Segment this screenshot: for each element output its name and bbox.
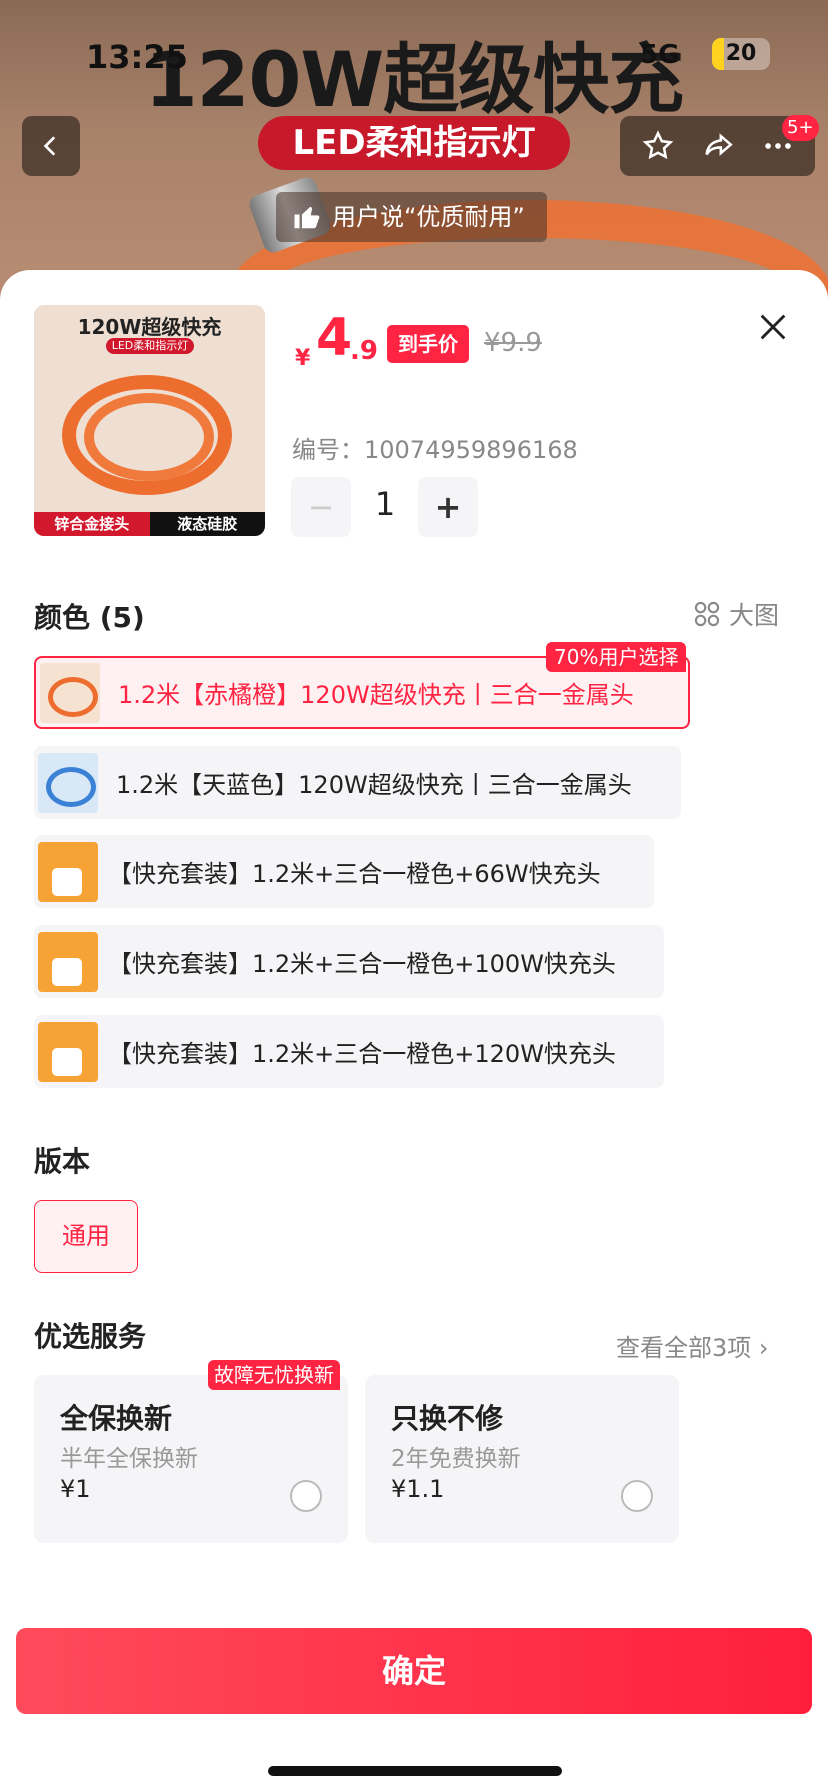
banner-quote: 用户说“优质耐用”: [276, 192, 547, 242]
home-indicator: [268, 1766, 562, 1776]
version-option-general[interactable]: 通用: [34, 1200, 138, 1273]
battery-icon: 20: [712, 38, 770, 70]
service-subtitle: 2年免费换新: [391, 1446, 521, 1472]
battery-level: 20: [725, 41, 757, 66]
color-option-blue[interactable]: 1.2米【天蓝色】120W超级快充丨三合一金属头: [34, 746, 681, 819]
service-card-replace-only[interactable]: 只换不修 2年免费换新 ¥1.1: [365, 1375, 679, 1543]
cable-coil-inner-image: [84, 393, 214, 481]
price-decimal: .9: [350, 336, 378, 366]
service-price: ¥1: [60, 1475, 91, 1503]
star-icon[interactable]: [641, 129, 675, 163]
original-price: ¥9.9: [484, 328, 542, 358]
quantity-value[interactable]: 1: [355, 485, 415, 523]
big-image-toggle[interactable]: 大图: [693, 596, 779, 632]
status-time: 13:25: [86, 38, 188, 76]
color-option-label: 【快充套装】1.2米+三合一橙色+66W快充头: [108, 860, 601, 888]
share-icon[interactable]: [700, 129, 736, 163]
see-all-services-link[interactable]: 查看全部3项 ›: [616, 1328, 769, 1363]
service-price: ¥1.1: [391, 1475, 445, 1503]
quantity-increase-button[interactable]: +: [418, 477, 478, 537]
notification-badge: 5+: [782, 115, 819, 141]
color-option-label: 1.2米【天蓝色】120W超级快充丨三合一金属头: [116, 771, 632, 799]
popular-choice-badge: 70%用户选择: [546, 642, 687, 672]
service-section-title: 优选服务: [34, 1320, 147, 1353]
price-integer: 4: [316, 308, 353, 368]
option-thumbnail: [38, 931, 98, 992]
service-title: 全保换新: [60, 1402, 173, 1435]
back-button[interactable]: [22, 116, 80, 176]
network-indicator: 5G: [640, 40, 680, 70]
grid-icon: [694, 601, 720, 627]
service-subtitle: 半年全保换新: [60, 1446, 198, 1472]
color-option-label: 【快充套装】1.2米+三合一橙色+120W快充头: [108, 1040, 616, 1068]
thumbnail-title: 120W超级快充: [77, 315, 222, 339]
final-price-tag: 到手价: [387, 325, 469, 363]
banner-tag: LED柔和指示灯: [258, 116, 570, 170]
sku-sheet: 120W超级快充 LED柔和指示灯 锌合金接头 液态硅胶 ¥ 4 .9 到手价 …: [0, 270, 828, 1792]
sku-number: 编号：10074959896168: [292, 436, 578, 464]
color-option-label: 【快充套装】1.2米+三合一橙色+100W快充头: [108, 950, 616, 978]
confirm-button[interactable]: 确定: [16, 1628, 812, 1714]
option-thumbnail: [38, 841, 98, 902]
price-currency: ¥: [295, 346, 311, 371]
product-thumbnail: 120W超级快充 LED柔和指示灯 锌合金接头 液态硅胶: [34, 305, 265, 536]
thumbnail-label-right: 液态硅胶: [149, 512, 265, 536]
color-section-title: 颜色 (5): [34, 601, 145, 634]
close-icon[interactable]: [756, 310, 790, 344]
service-radio[interactable]: [621, 1480, 653, 1512]
option-thumbnail: [38, 1021, 98, 1082]
option-thumbnail: [38, 752, 98, 813]
color-option-label: 1.2米【赤橘橙】120W超级快充丨三合一金属头: [118, 681, 634, 709]
option-thumbnail: [40, 662, 100, 723]
color-option-kit-66w[interactable]: 【快充套装】1.2米+三合一橙色+66W快充头: [34, 835, 654, 908]
service-radio[interactable]: [290, 1480, 322, 1512]
version-section-title: 版本: [34, 1145, 91, 1178]
big-image-label: 大图: [729, 601, 780, 630]
color-option-kit-100w[interactable]: 【快充套装】1.2米+三合一橙色+100W快充头: [34, 925, 664, 998]
service-card-full-protection[interactable]: 全保换新 半年全保换新 ¥1: [34, 1375, 348, 1543]
thumbnail-label-left: 锌合金接头: [34, 512, 150, 536]
thumbnail-tag: LED柔和指示灯: [106, 338, 194, 354]
service-badge: 故障无忧换新: [208, 1360, 340, 1390]
service-title: 只换不修: [391, 1402, 504, 1435]
color-option-kit-120w[interactable]: 【快充套装】1.2米+三合一橙色+120W快充头: [34, 1015, 664, 1088]
chevron-left-icon: [43, 136, 56, 156]
banner-quote-text: 用户说“优质耐用”: [332, 203, 525, 231]
quantity-decrease-button[interactable]: −: [291, 477, 351, 537]
thumbs-up-icon: [294, 206, 320, 229]
